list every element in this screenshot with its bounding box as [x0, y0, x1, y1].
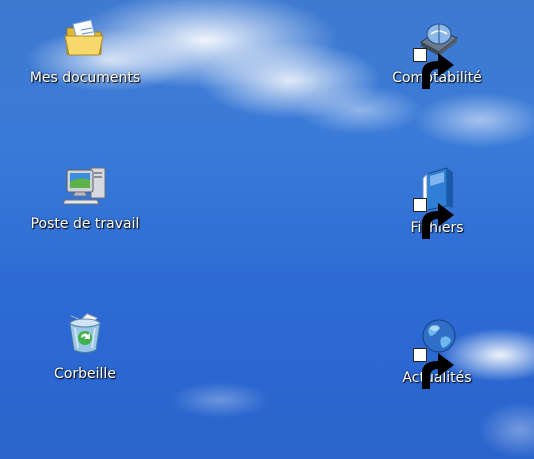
- my-documents-folder-icon: [61, 14, 109, 62]
- shortcut-arrow-icon: [413, 198, 454, 239]
- shortcut-arrow-icon: [413, 48, 454, 89]
- desktop-icon-actualites[interactable]: Actualités: [362, 314, 512, 389]
- desktop-icon-label: Mes documents: [29, 70, 141, 86]
- recycle-bin-icon: [61, 310, 109, 358]
- files-folder-shortcut-icon: [413, 164, 461, 239]
- desktop-icon-poste-de-travail[interactable]: Poste de travail: [10, 160, 160, 232]
- desktop-icon-mes-documents[interactable]: Mes documents: [10, 14, 160, 86]
- globe-news-shortcut-icon: [413, 314, 461, 389]
- my-computer-icon: [61, 160, 109, 208]
- desktop-icon-label: Corbeille: [54, 366, 116, 382]
- shortcut-arrow-icon: [413, 348, 454, 389]
- desktop-icon-corbeille[interactable]: Corbeille: [10, 310, 160, 382]
- desktop-icon-comptabilite[interactable]: Comptabilité: [362, 14, 512, 89]
- accounting-drive-shortcut-icon: [413, 14, 461, 89]
- desktop: Mes documents Comptabilité Poste de trav…: [0, 0, 534, 459]
- desktop-icon-fichiers[interactable]: Fichiers: [362, 164, 512, 239]
- desktop-icon-label: Poste de travail: [30, 216, 140, 232]
